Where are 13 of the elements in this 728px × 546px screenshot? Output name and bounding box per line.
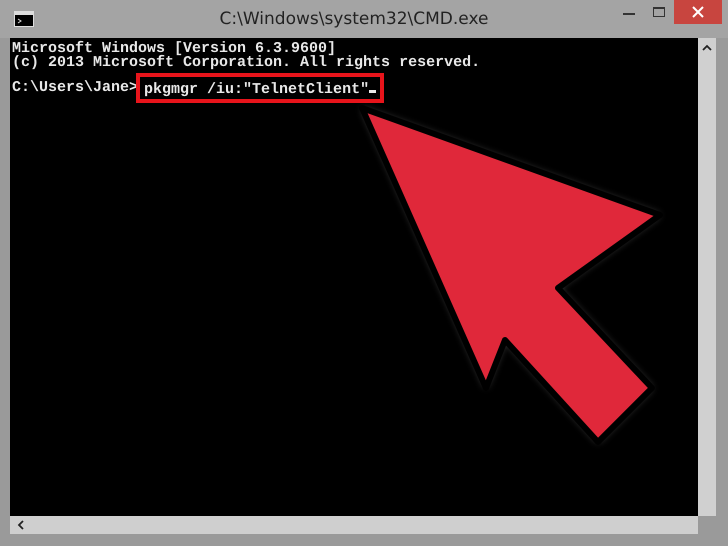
close-icon	[692, 6, 704, 18]
console-line: (c) 2013 Microsoft Corporation. All rights reserved.	[12, 56, 482, 70]
command-prompt: C:\Users\Jane>	[12, 81, 138, 95]
console-icon	[14, 11, 34, 27]
window-title: C:\Windows\system32\CMD.exe	[218, 9, 490, 29]
console-line: Microsoft Windows [Version 6.3.9600]	[12, 42, 338, 56]
close-button[interactable]	[674, 0, 722, 24]
scroll-up-icon[interactable]	[702, 44, 712, 51]
typed-command: pkgmgr /iu:"TelnetClient"	[136, 73, 384, 103]
vertical-scrollbar[interactable]	[698, 38, 716, 516]
horizontal-scrollbar[interactable]	[10, 516, 698, 534]
scroll-left-icon[interactable]	[16, 520, 26, 530]
maximize-icon	[653, 7, 665, 17]
